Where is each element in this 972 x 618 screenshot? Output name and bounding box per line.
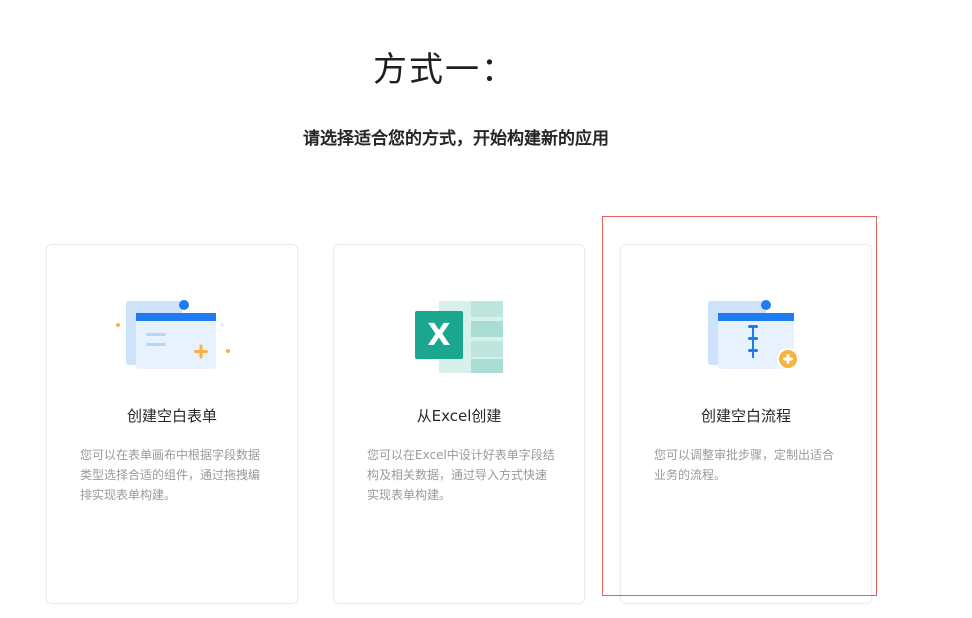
card-title: 从Excel创建 (416, 407, 502, 425)
blank-form-icon (116, 300, 230, 369)
card-title: 创建空白表单 (126, 407, 217, 425)
blank-process-icon (708, 300, 799, 370)
svg-text:X: X (427, 318, 450, 353)
page-title: 方式一： (373, 50, 517, 90)
card-description: 您可以在Excel中设计好表单字段结构及相关数据，通过导入方式快速实现表单构建。 (367, 448, 555, 502)
create-from-excel-card[interactable]: X 从Excel创建 您可以在Excel中设计好表单字段结构及相关数据，通过导入… (333, 244, 585, 604)
card-description: 您可以调整审批步骤，定制出适合业务的流程。 (654, 448, 835, 482)
app-creation-page: 方式一： 请选择适合您的方式，开始构建新的应用 创建空白表单 您可以在表单画布中… (0, 0, 972, 618)
excel-icon: X (415, 301, 503, 373)
card-title: 创建空白流程 (700, 407, 791, 425)
page-subtitle: 请选择适合您的方式，开始构建新的应用 (303, 129, 609, 149)
card-description: 您可以在表单画布中根据字段数据类型选择合适的组件，通过拖拽编排实现表单构建。 (80, 448, 261, 502)
create-blank-form-card[interactable]: 创建空白表单 您可以在表单画布中根据字段数据类型选择合适的组件，通过拖拽编排实现… (46, 244, 298, 604)
create-blank-process-card[interactable]: 创建空白流程 您可以调整审批步骤，定制出适合业务的流程。 (620, 244, 872, 604)
